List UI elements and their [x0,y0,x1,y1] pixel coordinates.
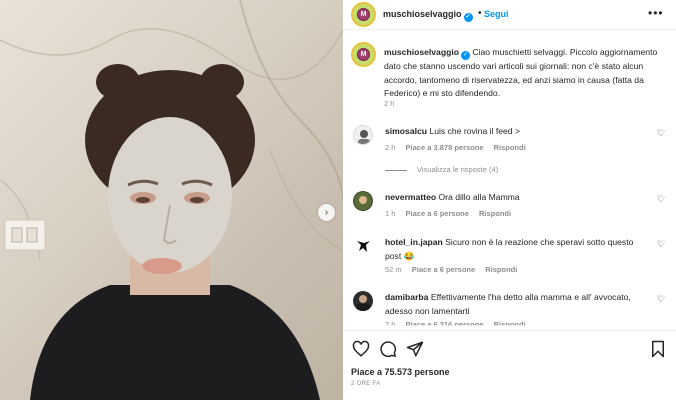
post-header: M muschioselvaggio ✓ • Segui ••• [343,0,676,30]
verified-badge-icon: ✓ [460,51,470,60]
divider-line [385,169,407,171]
next-image-button[interactable]: › [318,204,335,221]
share-icon[interactable] [406,340,424,358]
separator-dot: • [478,8,482,19]
reply-button[interactable]: Rispondi [494,320,526,325]
caption-time: 2 h [384,99,395,108]
comment-icon[interactable] [379,340,397,358]
comment-text: nevermatteo Ora dillo alla Mamma [385,191,650,205]
avatar[interactable] [353,125,373,145]
comment-time: 2 h [385,143,396,152]
reply-button[interactable]: Rispondi [485,265,517,274]
follow-button[interactable]: Segui [484,9,509,19]
comment-username[interactable]: simosalcu [385,126,427,136]
comment-meta: 1 h Piace a 6 persone Rispondi [385,209,519,218]
post-date: 2 ORE FA [351,381,381,387]
comment-time: 1 h [385,209,396,218]
post-caption: muschioselvaggio ✓ Ciao muschietti selvag… [384,46,672,101]
header-username-text: muschioselvaggio [383,9,462,19]
comment-body: Ora dillo alla Mamma [438,192,520,202]
avatar[interactable] [353,236,373,256]
comment-meta: 2 h Piace a 3.878 persone Rispondi [385,143,534,152]
comment-username[interactable]: nevermatteo [385,192,436,202]
comment-likes[interactable]: Piace a 6.216 persone [406,320,484,325]
view-replies-label: Visualizza le risposte (4) [417,165,499,174]
comment-text: damibarba Effettivamente l'ha detto alla… [385,291,650,318]
comment-username[interactable]: damibarba [385,292,428,302]
heart-icon[interactable]: ♡ [657,194,665,205]
reply-button[interactable]: Rispondi [479,209,511,218]
avatar[interactable]: M [351,2,376,27]
bookmark-icon[interactable] [649,340,667,358]
avatar[interactable] [353,291,373,311]
action-bar [343,330,676,365]
comment-text: hotel_in.japan Sicuro non è la reazione … [385,236,650,263]
comment-meta: 52 m Piace a 6 persone Rispondi [385,265,525,274]
comment-body: Luis che rovina il feed > [429,126,520,136]
view-replies-link[interactable]: Visualizza le risposte (4) [385,165,498,174]
heart-icon[interactable]: ♡ [657,294,665,305]
comment-likes[interactable]: Piace a 3.878 persone [406,143,484,152]
avatar[interactable] [353,191,373,211]
chevron-right-icon: › [324,207,329,218]
comment-likes[interactable]: Piace a 6 persone [406,209,469,218]
heart-icon[interactable] [352,340,370,358]
comment-username[interactable]: hotel_in.japan [385,237,443,247]
comment-text: simosalcu Luis che rovina il feed > [385,125,650,139]
post-photo-illustration [0,0,343,400]
comment-time: 2 h [385,320,396,329]
caption-avatar-logo: M [357,48,370,61]
comment-time: 52 m [385,265,402,274]
comment-meta: 2 h Piace a 6.216 persone Rispondi [385,320,534,329]
caption-username[interactable]: muschioselvaggio [384,47,459,57]
header-username[interactable]: muschioselvaggio ✓ [383,9,473,22]
heart-icon[interactable]: ♡ [657,128,665,139]
avatar-logo: M [357,8,370,21]
reply-button[interactable]: Rispondi [494,143,526,152]
post-image[interactable]: › [0,0,343,400]
post-side-panel: M muschioselvaggio ✓ • Segui ••• M muschi… [343,0,676,400]
likes-count[interactable]: Piace a 75.573 persone [351,367,450,377]
caption-avatar[interactable]: M [351,42,376,67]
comment-likes[interactable]: Piace a 6 persone [412,265,475,274]
heart-icon[interactable]: ♡ [657,239,665,250]
more-options-icon[interactable]: ••• [648,6,664,20]
verified-badge-icon: ✓ [463,13,473,22]
